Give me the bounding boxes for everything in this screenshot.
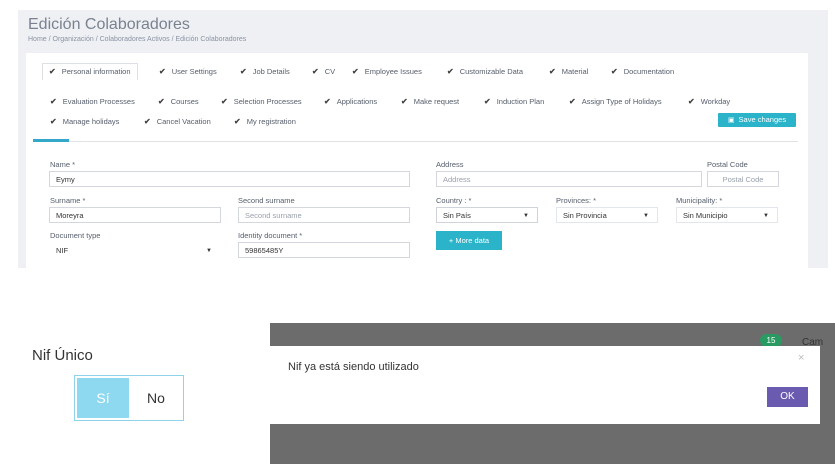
save-icon: ▣ [727, 117, 735, 124]
save-changes-button[interactable]: ▣ Save changes [718, 113, 796, 127]
document-type-select[interactable]: NIF ▼ [49, 242, 221, 258]
address-input[interactable]: Address [436, 171, 702, 187]
tab-employee-issues[interactable]: ✔ Employee Issues [352, 64, 422, 80]
identity-document-label: Identity document * [238, 231, 303, 240]
country-select[interactable]: Sin País ▼ [436, 207, 538, 223]
check-icon: ✔ [324, 97, 331, 106]
document-type-label: Document type [50, 231, 101, 240]
municipality-select[interactable]: Sin Municipio ▼ [676, 207, 778, 223]
name-input[interactable]: Eymy [49, 171, 410, 187]
tab-selection-processes[interactable]: ✔ Selection Processes [221, 94, 302, 110]
tab-induction-plan[interactable]: ✔ Induction Plan [484, 94, 544, 110]
check-icon: ✔ [352, 67, 359, 76]
dialog-message: Nif ya está siendo utilizado [288, 361, 419, 373]
check-icon: ✔ [569, 97, 576, 106]
more-data-button[interactable]: + More data [436, 231, 502, 250]
caret-down-icon: ▼ [643, 213, 649, 219]
tab-documentation[interactable]: ✔ Documentation [611, 64, 674, 80]
identity-document-input[interactable]: 59865485Y [238, 242, 410, 258]
check-icon: ✔ [50, 97, 57, 106]
surname-input[interactable]: Moreyra [49, 207, 221, 223]
active-tab-indicator [33, 139, 69, 142]
caret-down-icon: ▼ [523, 213, 529, 219]
tab-workday[interactable]: ✔ Workday [688, 94, 730, 110]
tab-evaluation-processes[interactable]: ✔ Evaluation Processes [50, 94, 135, 110]
surname-label: Surname * [50, 196, 86, 205]
second-surname-input[interactable]: Second surname [238, 207, 410, 223]
check-icon: ✔ [484, 97, 491, 106]
check-icon: ✔ [49, 67, 56, 76]
tab-job-details[interactable]: ✔ Job Details [240, 64, 290, 80]
tab-manage-holidays[interactable]: ✔ Manage holidays [50, 114, 119, 130]
tab-divider [33, 141, 798, 142]
check-icon: ✔ [611, 67, 618, 76]
tab-user-settings[interactable]: ✔ User Settings [159, 64, 217, 80]
caret-down-icon: ▼ [763, 213, 769, 219]
check-icon: ✔ [159, 67, 166, 76]
nif-unico-title: Nif Único [32, 347, 93, 364]
toggle-no-option[interactable]: No [131, 378, 181, 418]
close-icon[interactable]: × [798, 352, 804, 364]
check-icon: ✔ [312, 67, 319, 76]
country-label: Country : * [436, 196, 472, 205]
second-surname-label: Second surname [238, 196, 295, 205]
check-icon: ✔ [240, 67, 247, 76]
ok-button[interactable]: OK [767, 387, 808, 407]
caret-down-icon: ▼ [206, 248, 212, 254]
check-icon: ✔ [401, 97, 408, 106]
check-icon: ✔ [221, 97, 228, 106]
check-icon: ✔ [234, 117, 241, 126]
provinces-label: Provinces: * [556, 196, 597, 205]
tab-assign-type-of-holidays[interactable]: ✔ Assign Type of Holidays [569, 94, 662, 110]
tab-make-request[interactable]: ✔ Make request [401, 94, 459, 110]
check-icon: ✔ [158, 97, 165, 106]
nif-unico-toggle: Sí No [74, 375, 184, 421]
tab-applications[interactable]: ✔ Applications [324, 94, 377, 110]
alert-dialog: Nif ya está siendo utilizado × OK [270, 346, 820, 424]
postal-code-input[interactable]: Postal Code [707, 171, 779, 187]
name-label: Name * [50, 160, 76, 169]
tab-courses[interactable]: ✔ Courses [158, 94, 199, 110]
tab-cv[interactable]: ✔ CV [312, 64, 335, 80]
check-icon: ✔ [50, 117, 57, 126]
postal-code-label: Postal Code [707, 160, 748, 169]
check-icon: ✔ [144, 117, 151, 126]
municipality-label: Municipality: * [676, 196, 723, 205]
check-icon: ✔ [688, 97, 695, 106]
tab-material[interactable]: ✔ Material [549, 64, 588, 80]
tab-my-registration[interactable]: ✔ My registration [234, 114, 296, 130]
page-title: Edición Colaboradores [28, 16, 190, 33]
form-panel: ✔ Personal information ✔ User Settings ✔ Jo… [26, 53, 808, 268]
tab-cancel-vacation[interactable]: ✔ Cancel Vacation [144, 114, 211, 130]
toggle-yes-option[interactable]: Sí [77, 378, 129, 418]
tab-personal-information[interactable]: ✔ Personal information [42, 63, 138, 80]
check-icon: ✔ [447, 67, 454, 76]
provinces-select[interactable]: Sin Provincia ▼ [556, 207, 658, 223]
tab-customizable-data[interactable]: ✔ Customizable Data [447, 64, 523, 80]
check-icon: ✔ [549, 67, 556, 76]
breadcrumb: Home / Organización / Colaboradores Acti… [28, 36, 247, 43]
address-label: Address [436, 160, 464, 169]
